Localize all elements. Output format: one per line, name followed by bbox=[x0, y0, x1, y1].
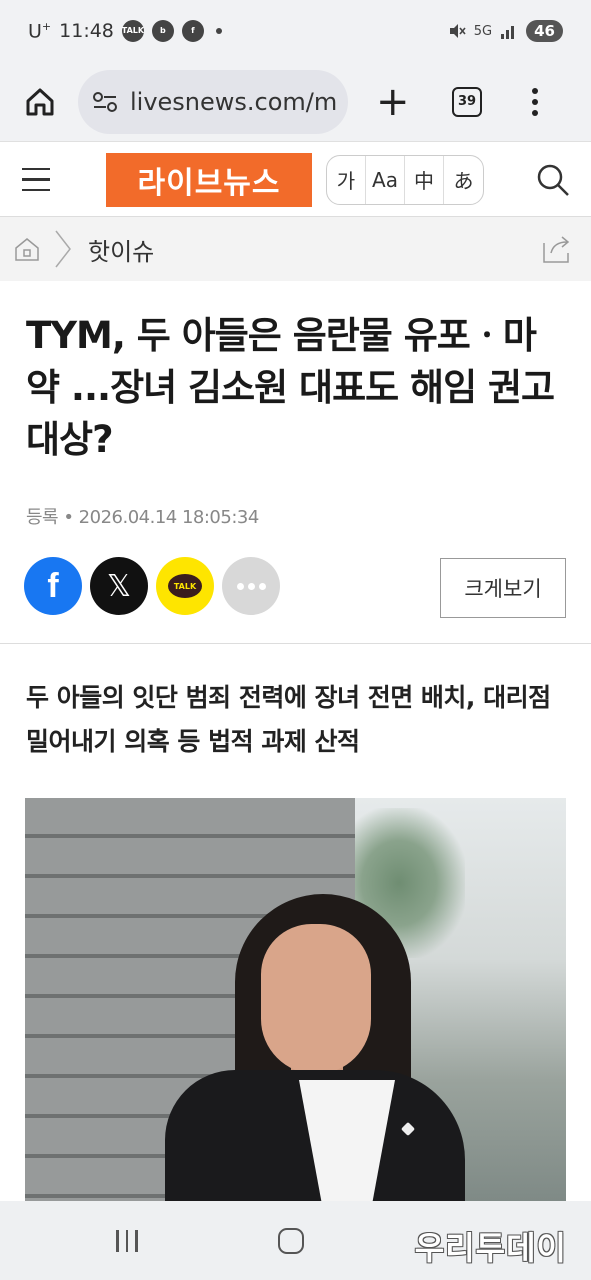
search-icon[interactable] bbox=[535, 162, 571, 198]
browser-home-button[interactable] bbox=[20, 82, 60, 122]
kakaotalk-icon: TALK bbox=[168, 574, 202, 598]
battery-indicator: 46 bbox=[526, 20, 563, 42]
carrier-label: U+ bbox=[28, 19, 52, 43]
article-date: 등록 • 2026.04.14 18:05:34 bbox=[26, 507, 259, 528]
url-text[interactable]: livesnews.com/m bbox=[130, 88, 337, 116]
browser-menu-button[interactable] bbox=[532, 87, 538, 116]
hamburger-menu-icon[interactable] bbox=[22, 167, 50, 192]
kakaotalk-share-button[interactable]: TALK bbox=[156, 557, 214, 615]
mute-icon bbox=[449, 24, 466, 38]
browser-toolbar: livesnews.com/m + 39 bbox=[0, 62, 591, 142]
social-share-row: f 𝕏 TALK bbox=[24, 557, 280, 615]
share-icon[interactable] bbox=[541, 233, 573, 265]
facebook-icon: f bbox=[47, 566, 59, 605]
lang-japanese-button[interactable]: あ bbox=[444, 156, 483, 204]
more-notifications-icon bbox=[215, 27, 222, 34]
chevron-right-icon bbox=[55, 230, 71, 268]
new-tab-button[interactable]: + bbox=[376, 82, 410, 122]
signal-icon bbox=[501, 26, 515, 39]
lang-english-button[interactable]: Aa bbox=[366, 155, 405, 204]
enlarge-text-button[interactable]: 크게보기 bbox=[440, 558, 566, 618]
divider bbox=[0, 643, 591, 644]
home-icon bbox=[26, 88, 54, 115]
network-type: 5G bbox=[473, 23, 493, 39]
address-bar[interactable]: livesnews.com/m bbox=[78, 69, 348, 134]
band-notification-icon: b bbox=[151, 19, 174, 42]
system-navigation-bar: 우리투데이 bbox=[0, 1201, 591, 1280]
breadcrumb-home-icon[interactable] bbox=[14, 236, 40, 262]
tab-switcher-button[interactable]: 39 bbox=[452, 86, 482, 117]
site-header: 라이브뉴스 가 Aa 中 あ bbox=[0, 143, 591, 217]
facebook-share-button[interactable]: f bbox=[24, 557, 82, 615]
language-selector: 가 Aa 中 あ bbox=[326, 154, 484, 205]
breadcrumb-section-label[interactable]: 핫이슈 bbox=[88, 232, 154, 267]
recent-apps-button[interactable] bbox=[116, 1229, 138, 1252]
watermark: 우리투데이 bbox=[414, 1229, 567, 1267]
breadcrumb: 핫이슈 bbox=[0, 217, 591, 281]
article-subheadline: 두 아들의 잇단 범죄 전력에 장녀 전면 배치, 대리점 밀어내기 의혹 등 … bbox=[26, 683, 551, 756]
system-home-button[interactable] bbox=[277, 1227, 304, 1254]
lang-chinese-button[interactable]: 中 bbox=[405, 155, 444, 204]
x-share-button[interactable]: 𝕏 bbox=[90, 557, 148, 615]
article-headline: TYM, 두 아들은 음란물 유포ㆍ마약 ...장녀 김소원 대표도 해임 권고… bbox=[26, 314, 555, 461]
status-time: 11:48 bbox=[59, 19, 114, 42]
site-logo[interactable]: 라이브뉴스 bbox=[106, 152, 312, 207]
article-photo[interactable] bbox=[25, 798, 566, 1201]
lang-korean-button[interactable]: 가 bbox=[327, 155, 366, 204]
site-settings-icon[interactable] bbox=[92, 89, 118, 115]
x-icon: 𝕏 bbox=[106, 568, 132, 604]
more-share-button[interactable] bbox=[222, 557, 280, 615]
facebook-notification-icon: f bbox=[181, 19, 204, 42]
kakaotalk-notification-icon: TALK bbox=[122, 19, 144, 42]
status-bar: U+ 11:48 TALK b f 5G 46 bbox=[0, 0, 591, 62]
